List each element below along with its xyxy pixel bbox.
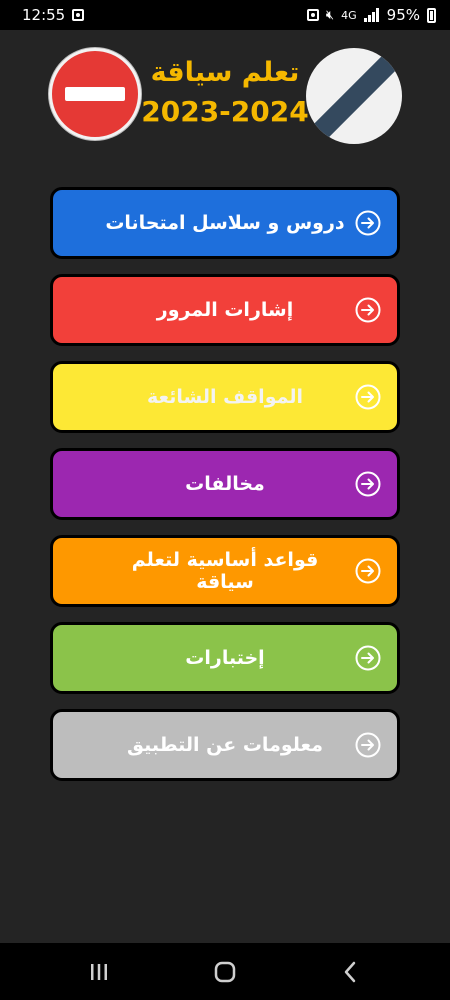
status-time: 12:55	[22, 6, 66, 24]
app-header: تعلم سياقة 2023-2024	[0, 30, 450, 180]
menu-button-label: قواعد أساسية لتعلم سياقة	[131, 549, 319, 593]
about-app-button[interactable]: معلومات عن التطبيق	[50, 709, 400, 781]
back-icon[interactable]	[336, 957, 366, 987]
lessons-exams-button[interactable]: دروس و سلاسل امتحانات	[50, 187, 400, 259]
app-year: 2023-2024	[141, 95, 309, 128]
mute-icon: 🔇︎	[325, 7, 335, 23]
battery-icon	[427, 7, 436, 23]
home-icon[interactable]	[210, 957, 240, 987]
menu-button-label: مخالفات	[185, 473, 265, 495]
network-type: 4G	[341, 8, 357, 22]
menu-button-label: إشارات المرور	[156, 299, 294, 321]
arrow-right-circle-icon	[355, 558, 381, 584]
basic-rules-button[interactable]: قواعد أساسية لتعلم سياقة	[50, 535, 400, 607]
recents-icon[interactable]	[84, 957, 114, 987]
screen: 12:55 🔇︎ 4G 95% تعلم سياقة 2023-2024 درو…	[0, 0, 450, 1000]
arrow-right-circle-icon	[355, 732, 381, 758]
arrow-right-circle-icon	[355, 471, 381, 497]
arrow-right-circle-icon	[355, 297, 381, 323]
menu-button-label: دروس و سلاسل امتحانات	[105, 212, 345, 234]
no-entry-sign-icon	[49, 48, 141, 140]
menu-button-label: إختبارات	[185, 647, 265, 669]
status-right: 🔇︎ 4G 95%	[306, 6, 436, 24]
battery-percent: 95%	[386, 6, 420, 24]
app-title: تعلم سياقة	[150, 57, 300, 88]
notification-icon	[72, 9, 85, 21]
data-saver-icon	[306, 9, 319, 21]
traffic-signs-button[interactable]: إشارات المرور	[50, 274, 400, 346]
menu-button-label: معلومات عن التطبيق	[126, 734, 323, 756]
arrow-right-circle-icon	[355, 210, 381, 236]
system-nav-bar	[0, 943, 450, 1000]
status-left: 12:55	[22, 6, 85, 24]
signal-icon	[363, 8, 379, 22]
menu-button-label: المواقف الشائعة	[147, 386, 303, 408]
end-of-restriction-sign-icon	[306, 48, 402, 144]
status-bar: 12:55 🔇︎ 4G 95%	[0, 0, 450, 30]
tests-button[interactable]: إختبارات	[50, 622, 400, 694]
arrow-right-circle-icon	[355, 384, 381, 410]
common-situations-button[interactable]: المواقف الشائعة	[50, 361, 400, 433]
arrow-right-circle-icon	[355, 645, 381, 671]
violations-button[interactable]: مخالفات	[50, 448, 400, 520]
